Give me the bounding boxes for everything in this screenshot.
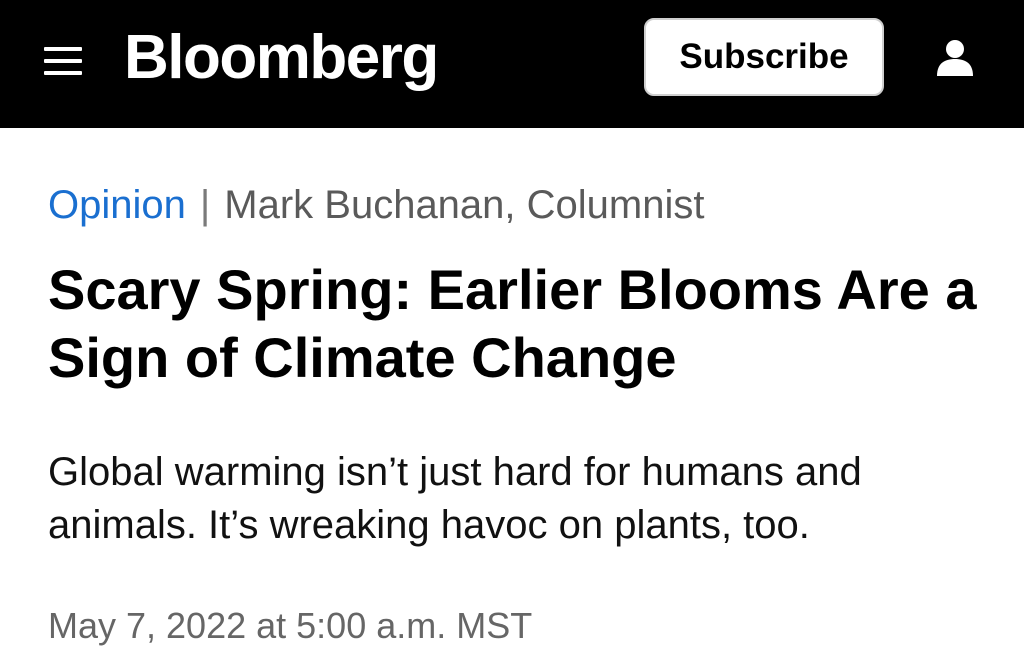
article-meta: Opinion | Mark Buchanan, Columnist (48, 180, 704, 230)
author-byline[interactable]: Mark Buchanan, Columnist (224, 183, 704, 227)
bloomberg-logo[interactable]: Bloomberg (124, 22, 439, 94)
category-link[interactable]: Opinion (48, 183, 186, 227)
hamburger-menu-icon[interactable] (44, 44, 82, 78)
meta-separator: | (199, 183, 211, 227)
user-account-icon[interactable] (934, 38, 976, 78)
article-dek: Global warming isn’t just hard for human… (48, 450, 862, 547)
publish-timestamp: May 7, 2022 at 5:00 a.m. MST (48, 605, 533, 646)
subscribe-button[interactable]: Subscribe (644, 18, 884, 96)
top-nav-bar: Bloomberg Subscribe (0, 0, 1024, 128)
article-headline: Scary Spring: Earlier Blooms Are a Sign … (48, 258, 977, 389)
